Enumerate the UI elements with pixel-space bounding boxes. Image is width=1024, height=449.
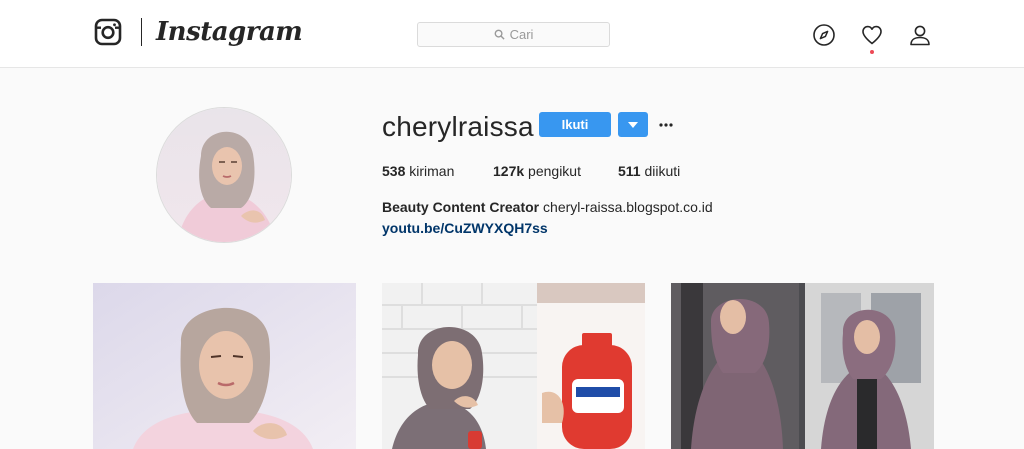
followers-count-label: pengikut	[528, 163, 581, 179]
bio-website-link[interactable]: youtu.be/CuZWYXQH7ss	[382, 218, 713, 239]
suggestions-dropdown-button[interactable]	[618, 112, 648, 137]
following-count-value: 511	[618, 163, 641, 179]
posts-count: 538 kiriman	[382, 161, 493, 181]
post-image	[382, 283, 645, 449]
following-count-label: diikuti	[644, 163, 681, 179]
user-icon[interactable]	[908, 23, 932, 47]
post-image	[671, 283, 934, 449]
profile-avatar[interactable]	[156, 107, 292, 243]
bio-text: cheryl-raissa.blogspot.co.id	[543, 199, 713, 215]
top-navigation-bar: Instagram Cari	[0, 0, 1024, 68]
following-count[interactable]: 511 diikuti	[618, 161, 680, 181]
post-thumbnail[interactable]	[93, 283, 356, 449]
profile-bio: Beauty Content Creator cheryl-raissa.blo…	[382, 197, 713, 239]
instagram-wordmark[interactable]: Instagram	[156, 14, 303, 50]
post-thumbnail[interactable]	[671, 283, 934, 449]
post-thumbnail[interactable]	[382, 283, 645, 449]
follow-button[interactable]: Ikuti	[539, 112, 611, 137]
avatar-photo	[157, 108, 291, 242]
search-icon	[494, 29, 505, 40]
search-input[interactable]: Cari	[417, 22, 610, 47]
posts-count-label: kiriman	[409, 163, 455, 179]
post-image	[93, 283, 356, 449]
heart-icon[interactable]	[860, 23, 884, 47]
bio-line: Beauty Content Creator cheryl-raissa.blo…	[382, 197, 713, 218]
ellipsis-icon	[659, 122, 673, 127]
followers-count[interactable]: 127k pengikut	[493, 161, 618, 181]
notification-dot	[870, 50, 874, 54]
profile-username: cherylraissa	[382, 111, 534, 142]
logo-divider	[141, 18, 142, 46]
compass-icon[interactable]	[812, 23, 836, 47]
bio-full-name: Beauty Content Creator	[382, 199, 540, 215]
posts-count-value: 538	[382, 163, 406, 179]
followers-count-value: 127k	[493, 163, 525, 179]
instagram-camera-icon[interactable]	[94, 18, 122, 46]
more-options-button[interactable]	[655, 112, 677, 137]
caret-down-icon	[628, 121, 638, 128]
profile-stats: 538 kiriman 127k pengikut 511 diikuti	[382, 161, 680, 181]
search-placeholder: Cari	[509, 27, 534, 42]
